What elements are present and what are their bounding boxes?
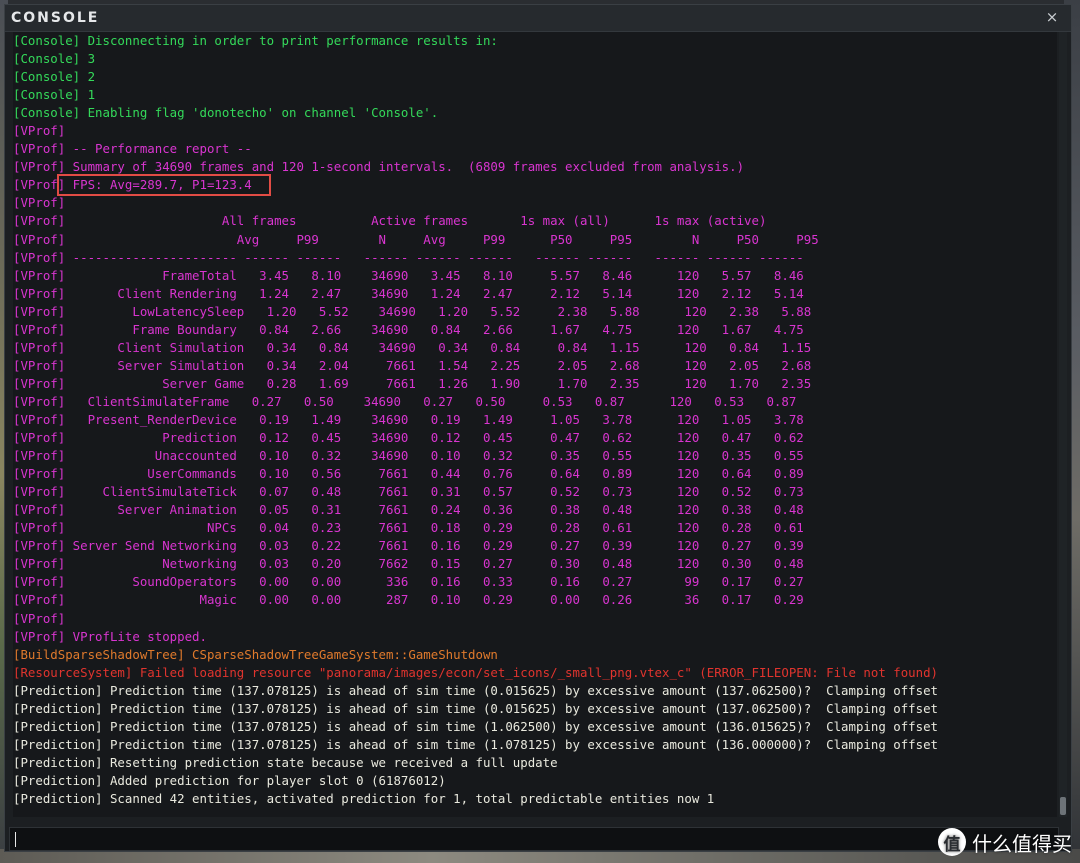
log-line: [Console] 1 (13, 87, 96, 103)
log-line: [VProf] ClientSimulateTick 0.07 0.48 766… (13, 484, 804, 500)
log-line: [VProf] FrameTotal 3.45 8.10 34690 3.45 … (13, 267, 804, 283)
watermark: 值 什么值得买 (938, 825, 1072, 859)
log-line: [VProf] Prediction 0.12 0.45 34690 0.12 … (13, 430, 804, 446)
log-line: [Prediction] Added prediction for player… (13, 772, 446, 788)
log-line: [BuildSparseShadowTree] CSparseShadowTre… (13, 646, 498, 662)
log-line: [VProf] Server Simulation 0.34 2.04 7661… (13, 357, 812, 373)
log-line: [VProf] Avg P99 N Avg P99 P50 P95 N P50 … (13, 231, 819, 247)
scrollbar-thumb[interactable] (1060, 797, 1066, 815)
console-output[interactable]: [Console] Disconnecting in order to prin… (13, 32, 1057, 817)
log-line: [VProf] NPCs 0.04 0.23 7661 0.18 0.29 0.… (13, 520, 804, 536)
log-line: [Prediction] Prediction time (137.078125… (13, 718, 939, 734)
log-line: [ResourceSystem] Failed loading resource… (13, 664, 939, 680)
log-line: [Console] 3 (13, 51, 96, 67)
log-line: [VProf] Magic 0.00 0.00 287 0.10 0.29 0.… (13, 592, 804, 608)
log-line: [Console] 2 (13, 69, 96, 85)
log-line: [VProf] VProfLite stopped. (13, 628, 207, 644)
log-line: [Prediction] Prediction time (137.078125… (13, 682, 939, 698)
log-line: [VProf] ---------------------- ------ --… (13, 249, 804, 265)
log-line: [VProf] ClientSimulateFrame 0.27 0.50 34… (13, 393, 797, 409)
log-line: [VProf] Client Simulation 0.34 0.84 3469… (13, 339, 812, 355)
log-line: [Console] Disconnecting in order to prin… (13, 33, 498, 48)
log-line: [VProf] SoundOperators 0.00 0.00 336 0.1… (13, 574, 804, 590)
log-line: [VProf] (13, 610, 66, 626)
console-window: CONSOLE × [Console] Disconnecting in ord… (4, 4, 1072, 852)
console-input[interactable] (9, 827, 1059, 851)
watermark-text: 什么值得买 (972, 831, 1072, 856)
log-line: [Prediction] Resetting prediction state … (13, 754, 558, 770)
log-line: [VProf] Server Game 0.28 1.69 7661 1.26 … (13, 375, 812, 391)
console-title: CONSOLE (11, 10, 100, 26)
log-line: [Prediction] Prediction time (137.078125… (13, 736, 939, 752)
log-line: [VProf] Frame Boundary 0.84 2.66 34690 0… (13, 321, 804, 337)
log-line: [VProf] Present_RenderDevice 0.19 1.49 3… (13, 411, 804, 427)
log-line: [VProf] -- Performance report -- (13, 141, 252, 157)
log-line: [VProf] FPS: Avg=289.7, P1=123.4 (13, 177, 252, 193)
log-line: [VProf] (13, 195, 66, 211)
log-line: [Prediction] Scanned 42 entities, activa… (13, 790, 715, 806)
text-cursor (15, 832, 16, 847)
log-line: [VProf] Summary of 34690 frames and 120 … (13, 159, 745, 175)
log-line: [VProf] Server Send Networking 0.03 0.22… (13, 538, 804, 554)
log-line: [VProf] All frames Active frames 1s max … (13, 213, 767, 229)
log-line: [Console] Enabling flag 'donotecho' on c… (13, 105, 439, 121)
log-line: [VProf] Client Rendering 1.24 2.47 34690… (13, 285, 804, 301)
log-line: [VProf] UserCommands 0.10 0.56 7661 0.44… (13, 466, 804, 482)
console-scrollbar[interactable] (1059, 32, 1067, 817)
watermark-logo-icon: 值 (938, 828, 966, 856)
close-icon[interactable]: × (1043, 8, 1061, 26)
log-line: [VProf] Server Animation 0.05 0.31 7661 … (13, 502, 804, 518)
log-line: [VProf] (13, 123, 66, 139)
log-line: [VProf] Networking 0.03 0.20 7662 0.15 0… (13, 556, 804, 572)
log-line: [Prediction] Prediction time (137.078125… (13, 700, 939, 716)
console-titlebar[interactable]: CONSOLE × (5, 5, 1071, 32)
log-line: [VProf] LowLatencySleep 1.20 5.52 34690 … (13, 303, 812, 319)
log-line: [VProf] Unaccounted 0.10 0.32 34690 0.10… (13, 448, 804, 464)
